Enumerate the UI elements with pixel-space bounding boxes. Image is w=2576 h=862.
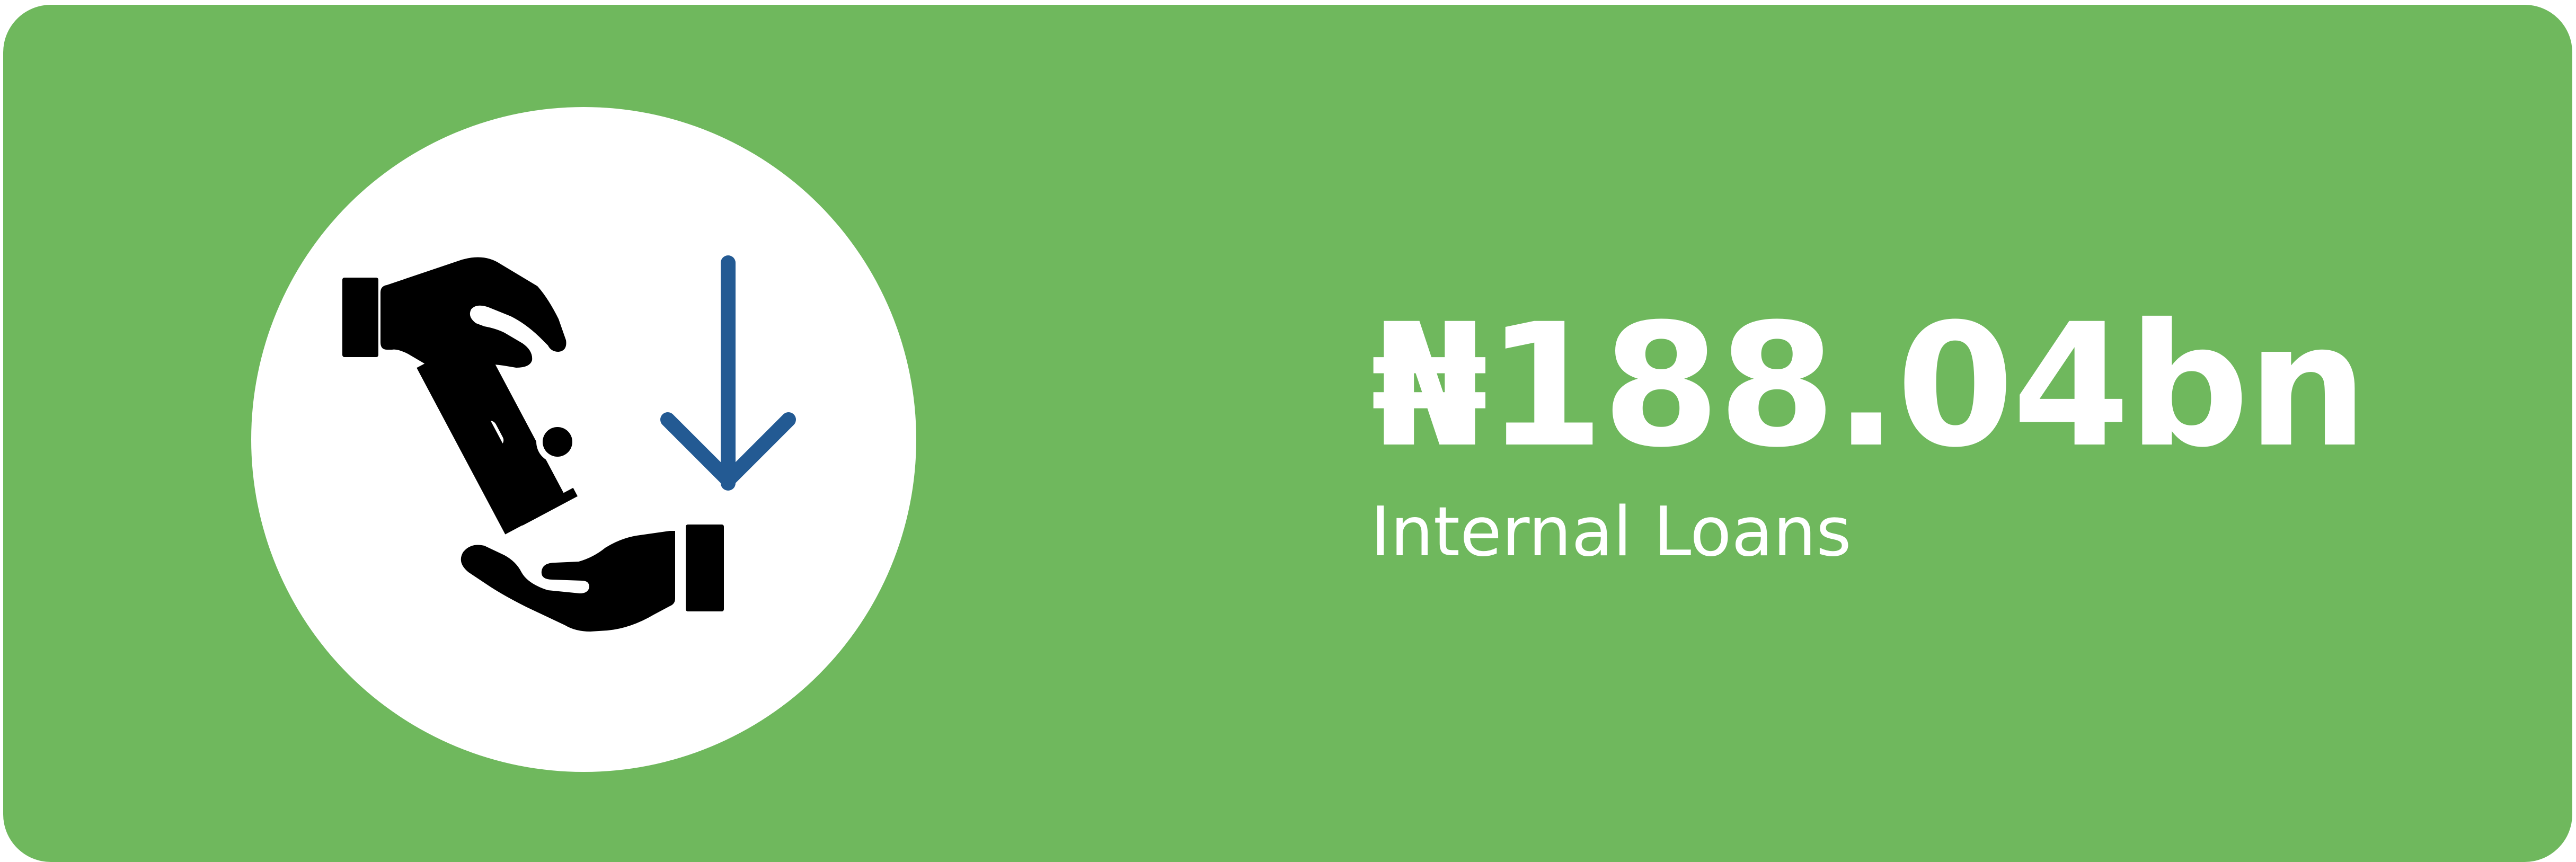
stat-card: ₦188.04bn Internal Loans xyxy=(3,5,2572,862)
down-arrow-icon xyxy=(660,255,796,491)
stat-label: Internal Loans xyxy=(1370,493,1852,572)
banknote-coin-center-shape xyxy=(543,427,572,457)
stat-value: ₦188.04bn xyxy=(1370,288,2368,485)
stat-block: ₦188.04bn Internal Loans xyxy=(1370,301,2510,566)
upper-cuff-shape xyxy=(342,278,378,357)
icon-circle xyxy=(251,107,916,772)
money-hand-to-hand-icon xyxy=(342,255,796,632)
lower-cuff-shape xyxy=(686,525,724,611)
lower-hand-shape xyxy=(461,531,675,632)
